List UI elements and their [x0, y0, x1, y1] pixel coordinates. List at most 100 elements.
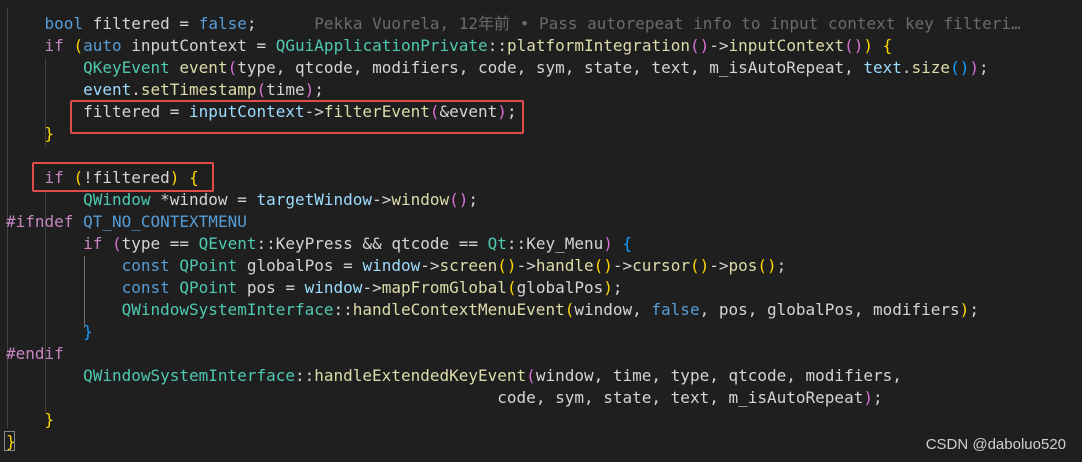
code-line: #endif	[6, 343, 64, 365]
identifier: *window =	[150, 190, 257, 209]
identifier: event	[83, 80, 132, 99]
bracket: {	[622, 234, 633, 253]
code-line: QWindow *window = targetWindow->window()…	[6, 189, 478, 211]
type-name: QWindowSystemInterface	[83, 366, 295, 385]
git-blame-annotation[interactable]: Pekka Vuorela, 12年前 • Pass autorepeat in…	[314, 14, 1020, 33]
operator: ->	[420, 256, 440, 275]
identifier: window,	[574, 300, 652, 319]
code-line: if (auto inputContext = QGuiApplicationP…	[6, 35, 893, 57]
identifier: && qtcode ==	[352, 234, 488, 253]
bracket: )	[304, 80, 315, 99]
operator: ->	[709, 256, 729, 275]
identifier: targetWindow	[256, 190, 373, 209]
function-name: inputContext	[728, 36, 845, 55]
type-name: QWindowSystemInterface	[121, 300, 334, 319]
function-name: window	[391, 190, 450, 209]
macro-name: QT_NO_CONTEXTMENU	[83, 212, 247, 231]
operator: ->	[362, 278, 382, 297]
operator: .	[901, 58, 912, 77]
keyword: if	[83, 234, 103, 253]
code-line: if (type == QEvent::KeyPress && qtcode =…	[6, 233, 632, 255]
function-name: screen	[439, 256, 498, 275]
identifier: Key_Menu	[526, 234, 604, 253]
punctuation: ;	[872, 388, 883, 407]
identifier: window	[304, 278, 363, 297]
bracket: (	[256, 80, 267, 99]
identifier: , pos, globalPos, modifiers	[699, 300, 960, 319]
identifier: time	[266, 80, 305, 99]
bracket: ()	[593, 256, 613, 275]
identifier: filtered	[92, 14, 170, 33]
highlight-box-filter-event	[70, 100, 524, 134]
identifier: window, time, type, qtcode, modifiers,	[535, 366, 902, 385]
identifier: window	[362, 256, 421, 275]
code-line: const QPoint pos = window->mapFromGlobal…	[6, 277, 623, 299]
identifier: pos =	[237, 278, 305, 297]
punctuation: ;	[314, 80, 324, 99]
code-editor[interactable]: bool filtered = false; Pekka Vuorela, 12…	[0, 0, 1082, 462]
function-name: event	[179, 58, 228, 77]
operator: ->	[516, 256, 536, 275]
identifier: type ==	[121, 234, 199, 253]
bracket: (	[526, 366, 536, 385]
watermark: CSDN @daboluo520	[925, 436, 1066, 453]
highlight-box-if-not-filtered	[32, 162, 214, 192]
bracket: ()	[449, 190, 469, 209]
function-name: size	[911, 58, 951, 77]
identifier: code, sym, state, text, m_isAutoRepeat	[497, 388, 864, 407]
bracket: (	[73, 36, 84, 55]
function-name: pos	[728, 256, 758, 275]
bracket: (	[111, 234, 122, 253]
identifier: KeyPress	[275, 234, 353, 253]
type-name: QKeyEvent	[83, 58, 170, 77]
code-line: #ifndef QT_NO_CONTEXTMENU	[6, 211, 247, 233]
type-name: QEvent	[198, 234, 257, 253]
code-line: const QPoint globalPos = window->screen(…	[6, 255, 787, 277]
keyword: const	[121, 278, 170, 297]
operator: ->	[709, 36, 729, 55]
operator: ->	[372, 190, 392, 209]
code-line: }	[6, 123, 55, 145]
type-name: QGuiApplicationPrivate	[275, 36, 488, 55]
bracket: (	[564, 300, 575, 319]
bracket: ()	[950, 58, 970, 77]
keyword: false	[651, 300, 700, 319]
code-line: QWindowSystemInterface::handleExtendedKe…	[6, 365, 902, 387]
keyword: auto	[83, 36, 122, 55]
bracket: )	[603, 234, 613, 253]
bracket: )	[969, 58, 979, 77]
punctuation: ;	[612, 278, 623, 297]
punctuation: ;	[969, 300, 979, 319]
code-line: event.setTimestamp(time);	[6, 79, 324, 101]
type-name: QWindow	[83, 190, 151, 209]
operator: ->	[612, 256, 633, 275]
operator: ::	[333, 300, 353, 319]
punctuation: ;	[978, 58, 989, 77]
operator: ::	[294, 366, 315, 385]
type-name: QPoint	[179, 278, 238, 297]
code-line: }	[6, 321, 93, 343]
bracket: ()	[689, 36, 710, 55]
preprocessor-directive: #ifndef	[6, 212, 74, 231]
bracket: ()	[757, 256, 777, 275]
function-name: mapFromGlobal	[381, 278, 507, 297]
code-line: }	[6, 409, 55, 431]
bracket: (	[227, 58, 238, 77]
operator: ::	[487, 36, 507, 55]
bracket: {	[882, 36, 893, 55]
bracket: )	[863, 36, 874, 55]
identifier: globalPos	[516, 278, 604, 297]
identifier: type, qtcode, modifiers, code, sym, stat…	[237, 58, 864, 77]
bracket-match-highlight	[4, 431, 15, 451]
bracket: }	[83, 322, 93, 341]
bracket: ()	[497, 256, 517, 275]
type-name: QPoint	[179, 256, 238, 275]
operator: =	[179, 14, 190, 33]
punctuation: ;	[776, 256, 787, 275]
identifier: globalPos =	[237, 256, 363, 275]
identifier: text	[863, 58, 902, 77]
punctuation: ;	[468, 190, 479, 209]
operator: =	[256, 36, 267, 55]
function-name: handle	[535, 256, 594, 275]
preprocessor-directive: #endif	[6, 344, 64, 363]
